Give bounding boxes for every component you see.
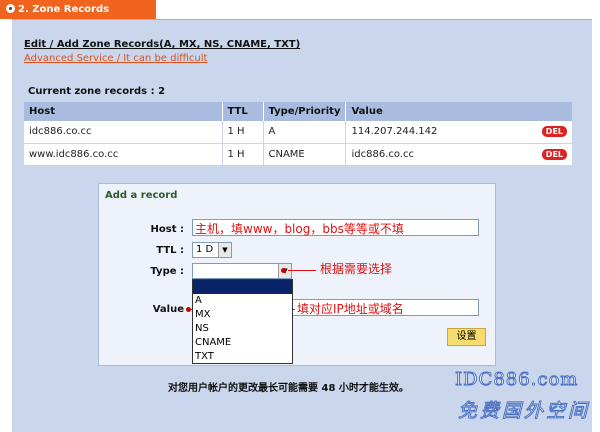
column-header-ttl: TTL bbox=[222, 102, 264, 121]
annotation-arrow bbox=[288, 270, 316, 271]
cell-value: 114.207.244.142 DEL bbox=[345, 121, 572, 144]
type-dropdown-list[interactable]: A MX NS CNAME TXT bbox=[192, 279, 293, 364]
cell-ttl: 1 H bbox=[222, 143, 264, 166]
cell-type: A bbox=[263, 121, 347, 144]
delete-button[interactable]: DEL bbox=[541, 148, 567, 160]
ttl-select[interactable]: 1 D ▼ bbox=[192, 242, 232, 258]
zone-records-table: Host TTL Type/Priority Value idc886.co.c… bbox=[24, 102, 572, 166]
add-record-title: Add a record bbox=[105, 190, 178, 201]
value-text: 114.207.244.142 bbox=[351, 126, 438, 138]
cell-value: idc886.co.cc DEL bbox=[345, 143, 572, 166]
radio-icon bbox=[6, 4, 15, 13]
table-header-row: Host TTL Type/Priority Value bbox=[24, 102, 572, 121]
dropdown-option-cname[interactable]: CNAME bbox=[193, 336, 292, 350]
value-hint-annotation: 填对应IP地址或域名 bbox=[297, 302, 404, 316]
chevron-down-icon[interactable]: ▼ bbox=[218, 243, 231, 257]
save-button[interactable]: 设置 bbox=[447, 328, 486, 346]
tab-label: 2. Zone Records bbox=[18, 4, 110, 15]
value-label: Value bbox=[152, 304, 184, 315]
host-input-text: 主机，填www，blog，bbs等等或不填 bbox=[195, 222, 404, 236]
advanced-service-link[interactable]: Advanced Service / It can be difficult bbox=[24, 53, 207, 64]
dropdown-option-a[interactable]: A bbox=[193, 294, 292, 308]
value-text: idc886.co.cc bbox=[351, 148, 414, 160]
cell-ttl: 1 H bbox=[222, 121, 264, 144]
watermark-slogan: 免费国外空间 bbox=[457, 400, 591, 423]
delete-button[interactable]: DEL bbox=[541, 126, 567, 138]
dropdown-option-ns[interactable]: NS bbox=[193, 322, 292, 336]
cell-type: CNAME bbox=[263, 143, 347, 166]
dropdown-option-mx[interactable]: MX bbox=[193, 308, 292, 322]
page-title: Edit / Add Zone Records(A, MX, NS, CNAME… bbox=[24, 39, 301, 50]
host-label: Host : bbox=[150, 224, 184, 235]
type-hint-annotation: 根据需要选择 bbox=[320, 262, 393, 276]
cell-host: www.idc886.co.cc bbox=[24, 143, 223, 166]
dropdown-option-blank[interactable] bbox=[193, 280, 292, 294]
records-count-label: Current zone records : 2 bbox=[28, 86, 166, 97]
column-header-type: Type/Priority bbox=[263, 102, 347, 121]
annotation-dot-icon bbox=[281, 268, 286, 273]
ttl-label: TTL : bbox=[156, 245, 184, 256]
table-row: www.idc886.co.cc 1 H CNAME idc886.co.cc D… bbox=[24, 143, 572, 166]
column-header-value: Value bbox=[345, 102, 572, 121]
ttl-selected-value: 1 D bbox=[196, 244, 214, 255]
host-input[interactable]: 主机，填www，blog，bbs等等或不填 bbox=[192, 219, 479, 236]
table-row: idc886.co.cc 1 H A 114.207.244.142 DEL bbox=[24, 121, 572, 144]
dropdown-option-txt[interactable]: TXT bbox=[193, 350, 292, 364]
type-select[interactable]: ▼ bbox=[192, 263, 292, 279]
tab-zone-records[interactable]: 2. Zone Records bbox=[0, 0, 156, 19]
watermark-domain: IDC886.com bbox=[454, 369, 579, 391]
type-label: Type : bbox=[150, 266, 184, 277]
cell-host: idc886.co.cc bbox=[24, 121, 223, 144]
propagation-note: 对您用户帐户的更改最长可能需要 48 小时才能生效。 bbox=[168, 383, 409, 394]
column-header-host: Host bbox=[24, 102, 223, 121]
